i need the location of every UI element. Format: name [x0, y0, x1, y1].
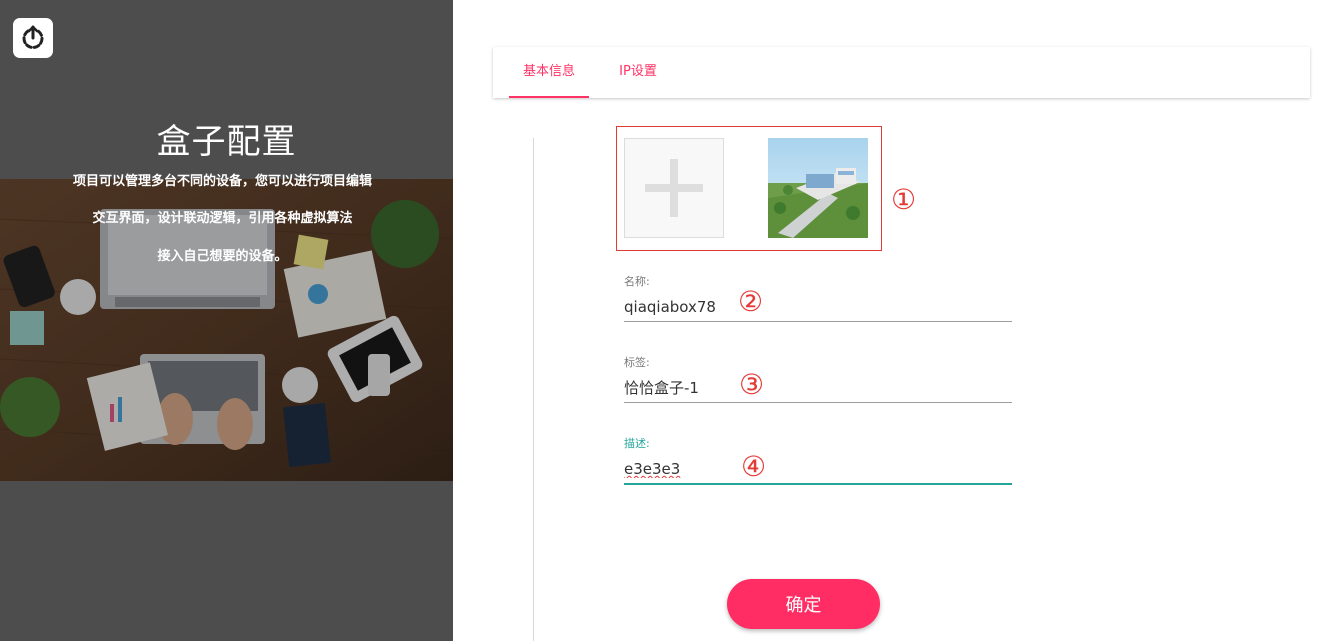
tag-input[interactable]: [624, 373, 1012, 403]
confirm-button[interactable]: 确定: [727, 579, 880, 629]
image-upload-area: [616, 126, 882, 251]
plus-icon: [645, 159, 703, 217]
description-line-3: 接入自己想要的设备。: [157, 249, 288, 264]
tab-ip-settings[interactable]: IP设置: [609, 47, 667, 98]
add-image-button[interactable]: [624, 138, 724, 238]
description-line-1: 项目可以管理多台不同的设备，您可以进行项目编辑: [72, 174, 372, 189]
tag-label: 标签:: [624, 356, 650, 369]
left-panel: 盒子配置 项目可以管理多台不同的设备，您可以进行项目编辑 交互界面，设计联动逻辑…: [0, 0, 453, 641]
uploaded-image-thumbnail[interactable]: [768, 138, 868, 238]
divider-line: [533, 138, 534, 641]
marker-4: ④: [741, 450, 767, 483]
tab-bar: 基本信息 IP设置: [493, 47, 1310, 98]
page-title: 盒子配置: [156, 122, 297, 162]
description-line-2: 交互界面，设计联动逻辑，引用各种虚拟算法: [92, 211, 353, 226]
tab-basic-info[interactable]: 基本信息: [509, 47, 589, 98]
name-label: 名称:: [624, 275, 650, 288]
description-label: 描述:: [624, 437, 650, 450]
name-input[interactable]: [624, 292, 1012, 322]
back-button[interactable]: [13, 18, 53, 58]
marker-1: ①: [891, 183, 917, 216]
description-input[interactable]: [624, 455, 1012, 485]
marker-2: ②: [738, 285, 764, 318]
refresh-icon: [22, 25, 44, 49]
marker-3: ③: [739, 368, 765, 401]
